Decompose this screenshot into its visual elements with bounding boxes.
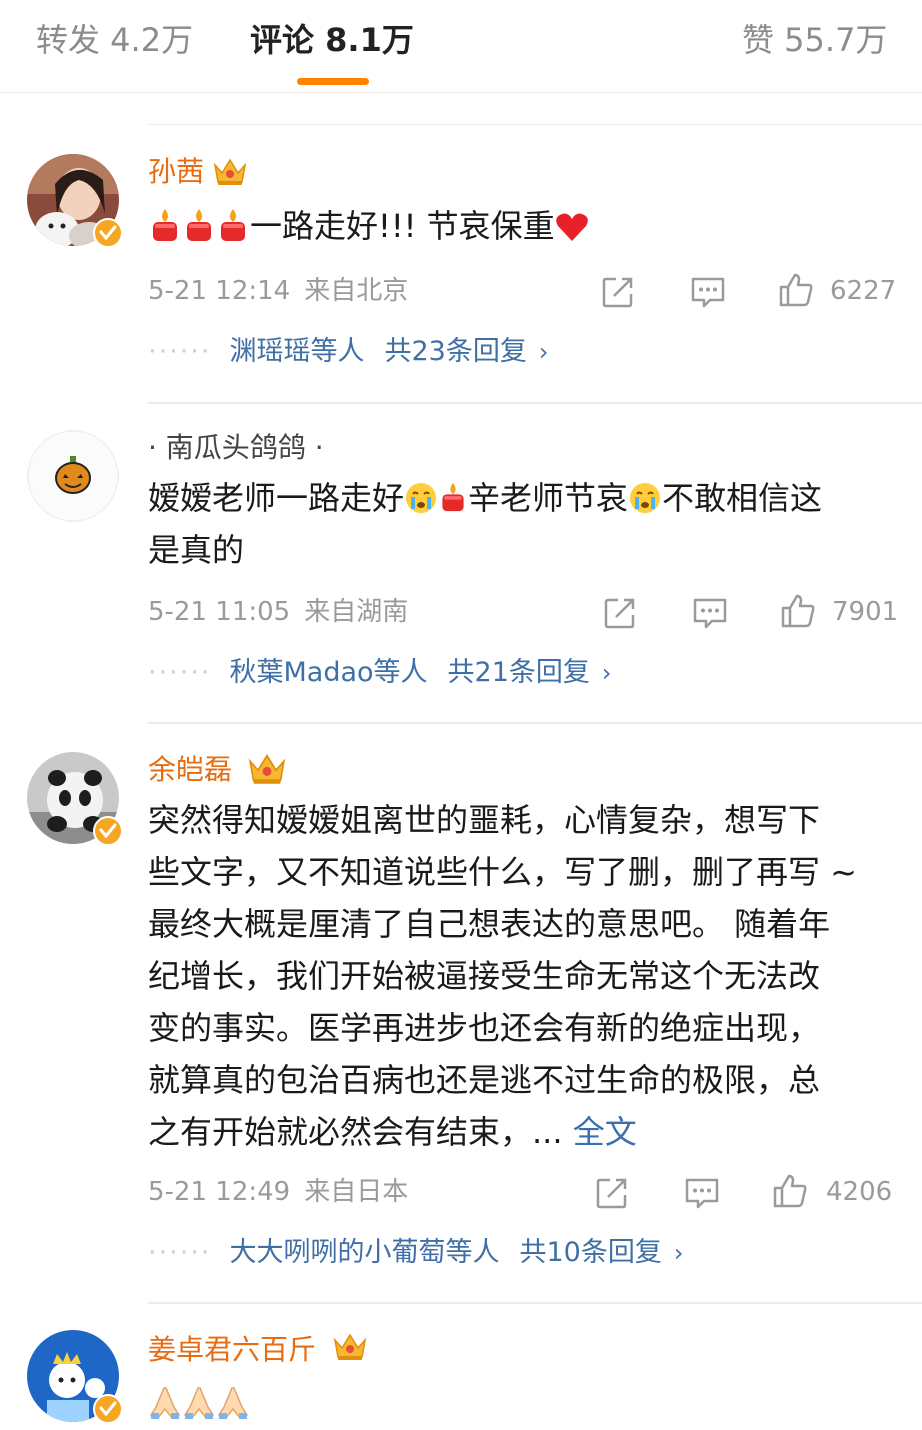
comment-date: 5-21 12:14 <box>148 276 291 306</box>
crown-icon <box>333 1333 367 1360</box>
reply-total: 共10条回复 <box>519 1237 662 1268</box>
comment-content: 嫒嫒老师一路走好 辛老师节哀 不敢相信这是真的 <box>148 472 898 576</box>
avatar[interactable] <box>27 752 123 846</box>
full-text-link[interactable]: 全文 <box>573 1113 637 1151</box>
like-icon[interactable] <box>772 1173 808 1209</box>
comment-location: 来自日本 <box>304 1177 409 1207</box>
like-count: 7901 <box>832 597 899 627</box>
comment-meta: 5-21 12:14 来自北京 <box>148 274 408 308</box>
comment-icon[interactable] <box>692 595 728 631</box>
candle-emoji-icon <box>187 209 211 241</box>
crying-emoji-icon <box>630 483 661 513</box>
comment-icon[interactable] <box>684 1175 720 1211</box>
like-count: 4206 <box>826 1177 893 1207</box>
tab-reposts[interactable]: 转发 4.2万 <box>36 18 193 62</box>
active-tab-indicator <box>297 78 369 85</box>
comment-text: 是真的 <box>148 531 245 569</box>
like-count: 6227 <box>830 276 897 306</box>
pray-emoji-icon <box>217 1387 249 1419</box>
divider <box>148 124 922 125</box>
share-icon[interactable] <box>594 1175 630 1211</box>
share-icon[interactable] <box>600 274 636 310</box>
crying-emoji-icon <box>406 483 437 513</box>
comment-text-line: 变的事实。医学再进步也还会有新的绝症出现， <box>148 1009 821 1047</box>
chevron-right-icon: › <box>601 659 612 687</box>
chevron-right-icon: › <box>673 1239 684 1267</box>
heart-emoji-icon <box>555 213 588 241</box>
like-icon[interactable] <box>780 593 816 629</box>
comment-username[interactable]: 姜卓君六百斤 <box>148 1332 316 1368</box>
reply-total: 共23条回复 <box>384 336 527 367</box>
tab-likes[interactable]: 赞 55.7万 <box>742 18 887 62</box>
comment-username[interactable]: · 南瓜头鸽鸽 · <box>148 430 324 466</box>
comment-text: 不敢相信这 <box>662 479 823 517</box>
reply-users: 秋葉Madao等人 <box>229 657 428 688</box>
comment-text-line: 最终大概是厘清了自己想表达的意思吧。 随着年 <box>148 905 831 943</box>
comment-text-line: 纪增长，我们开始被逼接受生命无常这个无法改 <box>148 957 821 995</box>
comment-meta: 5-21 11:05 来自湖南 <box>148 595 408 629</box>
avatar[interactable] <box>27 1330 123 1424</box>
divider <box>148 402 922 404</box>
reply-users: 大大咧咧的小葡萄等人 <box>229 1237 500 1268</box>
candle-emoji-icon <box>221 209 245 241</box>
comment-text-line: 之有开始就必然会有结束，... 全文 <box>148 1106 898 1158</box>
pray-emoji-icon <box>149 1387 181 1419</box>
candle-emoji-icon <box>153 209 177 241</box>
avatar-image <box>27 430 119 522</box>
reply-dots: ······ <box>148 336 212 367</box>
comment-text: 之有开始就必然会有结束，... <box>148 1113 573 1151</box>
comment-date: 5-21 12:49 <box>148 1177 291 1207</box>
reply-summary[interactable]: ······ 大大咧咧的小葡萄等人 共10条回复 › <box>148 1235 683 1271</box>
avatar[interactable] <box>27 154 123 248</box>
comment-text: 嫒嫒老师一路走好 <box>148 479 405 517</box>
comment-text: 一路走好!!! 节哀保重 <box>250 207 555 245</box>
verified-badge-icon <box>93 816 123 846</box>
comment-icon[interactable] <box>690 274 726 310</box>
comment-location: 来自北京 <box>304 276 409 306</box>
divider <box>148 1302 922 1304</box>
comment-username[interactable]: 余皑磊 <box>148 752 232 788</box>
verified-badge-icon <box>93 218 123 248</box>
reply-dots: ······ <box>148 1237 212 1268</box>
comment-text-line: 些文字，又不知道说些什么，写了删，删了再写 ~ <box>148 853 857 891</box>
reply-summary[interactable]: ······ 渊瑶瑶等人 共23条回复 › <box>148 334 548 370</box>
comment-text-line: 突然得知嫒嫒姐离世的噩耗，心情复杂，想写下 <box>148 801 821 839</box>
crown-icon <box>248 754 286 784</box>
reply-total: 共21条回复 <box>447 657 590 688</box>
comment-content <box>148 1378 898 1430</box>
candle-emoji-icon <box>442 482 464 512</box>
comment-text: 辛老师节哀 <box>468 479 629 517</box>
comment-username[interactable]: 孙茜 <box>148 154 204 190</box>
comment-meta: 5-21 12:49 来自日本 <box>148 1175 408 1209</box>
comment-tab-bar: 转发 4.2万 评论 8.1万 赞 55.7万 <box>0 0 922 93</box>
reply-dots: ······ <box>148 657 212 688</box>
comment-location: 来自湖南 <box>304 597 409 627</box>
chevron-right-icon: › <box>538 338 549 366</box>
verified-badge-icon <box>93 1394 123 1424</box>
comment-content: 一路走好!!! 节哀保重 <box>148 200 898 252</box>
share-icon[interactable] <box>602 595 638 631</box>
reply-users: 渊瑶瑶等人 <box>229 336 365 367</box>
comment-content: 突然得知嫒嫒姐离世的噩耗，心情复杂，想写下 些文字，又不知道说些什么，写了删，删… <box>148 794 898 1158</box>
tab-comments[interactable]: 评论 8.1万 <box>250 18 414 62</box>
avatar[interactable] <box>27 430 119 522</box>
like-icon[interactable] <box>778 272 814 308</box>
comment-date: 5-21 11:05 <box>148 597 291 627</box>
divider <box>148 722 922 724</box>
comment-text-line: 就算真的包治百病也还是逃不过生命的极限，总 <box>148 1061 821 1099</box>
reply-summary[interactable]: ······ 秋葉Madao等人 共21条回复 › <box>148 655 612 691</box>
crown-icon <box>213 158 247 185</box>
pray-emoji-icon <box>183 1387 215 1419</box>
